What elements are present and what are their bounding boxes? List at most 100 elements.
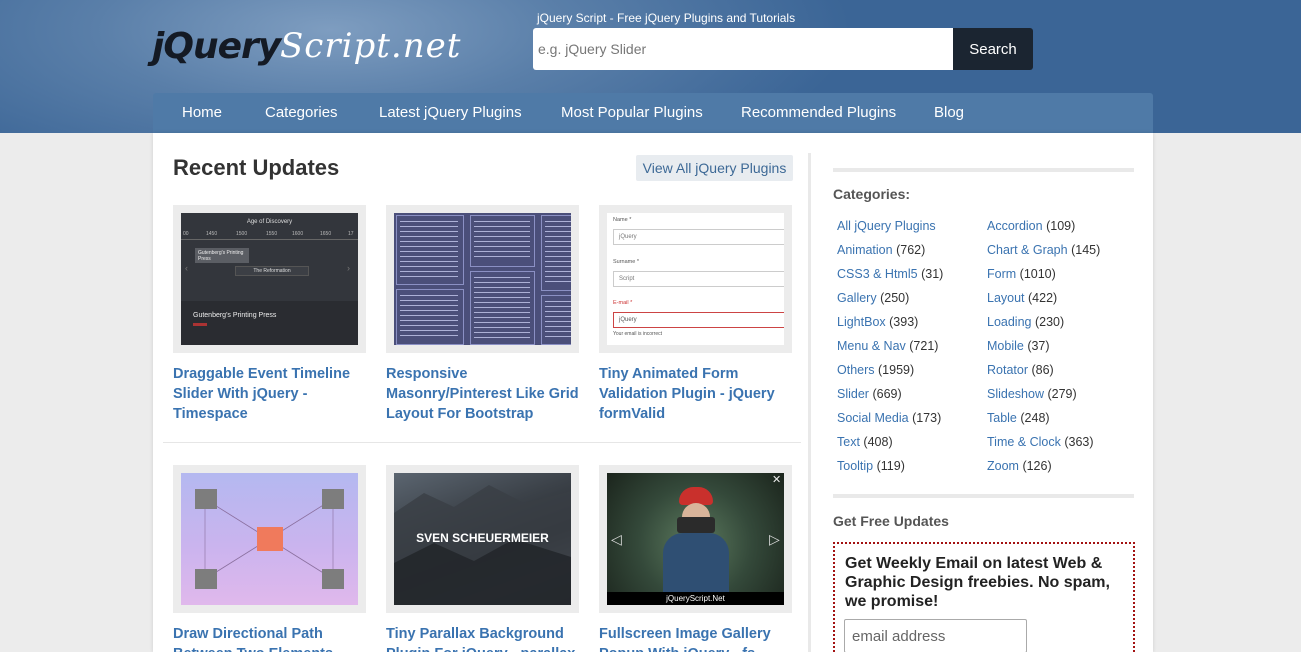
category-link[interactable]: Form (1010) <box>987 265 1056 283</box>
category-link[interactable]: LightBox (393) <box>837 313 918 331</box>
nav-recommended-plugins[interactable]: Recommended Plugins <box>741 93 896 133</box>
category-link[interactable]: Slideshow (279) <box>987 385 1077 403</box>
nav-categories[interactable]: Categories <box>265 93 338 133</box>
thumb-form-validation[interactable]: Name * jQuery Surname * Script E-mail * … <box>599 205 792 353</box>
gallery-prev-icon: ◁ <box>611 531 622 547</box>
category-link[interactable]: Time & Clock (363) <box>987 433 1094 451</box>
form-email-label: E-mail * <box>613 300 633 306</box>
main-nav: Home Categories Latest jQuery Plugins Mo… <box>153 93 1153 133</box>
view-all-plugins-button[interactable]: View All jQuery Plugins <box>636 155 793 181</box>
card-title-link[interactable]: Draw Directional Path Between Two Elemen… <box>173 624 378 652</box>
search-button[interactable]: Search <box>953 28 1033 70</box>
category-link[interactable]: Text (408) <box>837 433 893 451</box>
category-link[interactable]: Others (1959) <box>837 361 914 379</box>
photo-jacket <box>663 533 729 597</box>
category-link[interactable]: Menu & Nav (721) <box>837 337 938 355</box>
nav-blog[interactable]: Blog <box>934 93 964 133</box>
timeline-footer-title: Gutenberg's Printing Press <box>193 312 277 319</box>
category-link[interactable]: Slider (669) <box>837 385 902 403</box>
category-name: CSS3 & Html5 <box>837 267 918 281</box>
category-link[interactable]: CSS3 & Html5 (31) <box>837 265 943 283</box>
category-link[interactable]: Rotator (86) <box>987 361 1054 379</box>
category-link[interactable]: Accordion (109) <box>987 217 1075 235</box>
category-name: Form <box>987 267 1017 281</box>
card-title-link[interactable]: Responsive Masonry/Pinterest Like Grid L… <box>386 364 591 424</box>
category-name: Social Media <box>837 411 909 425</box>
sidebar-divider <box>833 494 1134 498</box>
category-count: (1010) <box>1019 267 1056 281</box>
timeline-prev-icon: ‹ <box>185 263 188 273</box>
gallery-screenshot: ◁ ▷ ✕ jQueryScript.Net <box>607 473 784 605</box>
thumb-timeline[interactable]: Age of Discovery 00 1450 1500 1550 1600 … <box>173 205 366 353</box>
card-title-link[interactable]: Draggable Event Timeline Slider With jQu… <box>173 364 378 424</box>
form-screenshot: Name * jQuery Surname * Script E-mail * … <box>607 213 784 345</box>
timeline-screenshot: Age of Discovery 00 1450 1500 1550 1600 … <box>181 213 358 345</box>
category-link[interactable]: All jQuery Plugins <box>837 217 936 235</box>
category-name: Others <box>837 363 875 377</box>
logo-script-text: Script.net <box>280 26 462 66</box>
category-name: Text <box>837 435 860 449</box>
parallax-screenshot: SVEN SCHEUERMEIER <box>394 473 571 605</box>
column-divider <box>808 153 811 652</box>
category-name: Animation <box>837 243 893 257</box>
category-count: (250) <box>880 291 910 305</box>
category-count: (721) <box>909 339 939 353</box>
category-count: (762) <box>896 243 926 257</box>
category-link[interactable]: Gallery (250) <box>837 289 909 307</box>
category-name: Mobile <box>987 339 1024 353</box>
thumb-parallax[interactable]: SVEN SCHEUERMEIER <box>386 465 579 613</box>
timeline-years: 00 1450 1500 1550 1600 1650 17 <box>183 231 354 237</box>
gallery-next-icon: ▷ <box>769 531 780 547</box>
category-name: Slideshow <box>987 387 1044 401</box>
category-name: Time & Clock <box>987 435 1061 449</box>
newsletter-text: Get Weekly Email on latest Web & Graphic… <box>845 555 1110 610</box>
category-name: Chart & Graph <box>987 243 1068 257</box>
category-link[interactable]: Chart & Graph (145) <box>987 241 1100 259</box>
card-title-link[interactable]: Tiny Parallax Background Plugin For jQue… <box>386 624 591 652</box>
recent-updates-heading: Recent Updates <box>173 155 340 180</box>
path-screenshot <box>181 473 358 605</box>
category-name: Menu & Nav <box>837 339 906 353</box>
category-name: LightBox <box>837 315 886 329</box>
category-name: Layout <box>987 291 1025 305</box>
category-count: (109) <box>1046 219 1076 233</box>
form-name-label: Name * <box>613 217 632 223</box>
category-link[interactable]: Tooltip (119) <box>837 457 905 475</box>
category-link[interactable]: Animation (762) <box>837 241 925 259</box>
category-link[interactable]: Loading (230) <box>987 313 1064 331</box>
category-count: (669) <box>872 387 902 401</box>
thumb-directional-path[interactable] <box>173 465 366 613</box>
sidebar-divider <box>833 168 1134 172</box>
content-panel: Recent Updates View All jQuery Plugins A… <box>153 133 1153 652</box>
newsletter-box: Get Weekly Email on latest Web & Graphic… <box>833 542 1135 652</box>
category-link[interactable]: Table (248) <box>987 409 1050 427</box>
category-count: (126) <box>1022 459 1052 473</box>
masonry-screenshot <box>394 213 571 345</box>
category-name: Loading <box>987 315 1032 329</box>
category-count: (173) <box>912 411 942 425</box>
email-input[interactable] <box>844 619 1027 652</box>
category-name: All jQuery Plugins <box>837 219 936 233</box>
category-count: (393) <box>889 315 919 329</box>
card-title-link[interactable]: Fullscreen Image Gallery Popup With jQue… <box>599 624 804 652</box>
category-count: (145) <box>1071 243 1101 257</box>
site-logo[interactable]: jQuery Script.net <box>152 22 492 72</box>
nav-popular-plugins[interactable]: Most Popular Plugins <box>561 93 703 133</box>
category-name: Slider <box>837 387 869 401</box>
thumb-masonry[interactable] <box>386 205 579 353</box>
category-count: (37) <box>1027 339 1050 353</box>
nav-home[interactable]: Home <box>182 93 222 133</box>
row-divider <box>163 442 801 443</box>
category-name: Table <box>987 411 1017 425</box>
thumb-gallery[interactable]: ◁ ▷ ✕ jQueryScript.Net <box>599 465 792 613</box>
card-title-link[interactable]: Tiny Animated Form Validation Plugin - j… <box>599 364 804 424</box>
form-surname-label: Surname * <box>613 259 639 265</box>
nav-latest-plugins[interactable]: Latest jQuery Plugins <box>379 93 522 133</box>
search-input[interactable] <box>533 28 953 70</box>
category-link[interactable]: Social Media (173) <box>837 409 941 427</box>
category-count: (279) <box>1047 387 1077 401</box>
category-link[interactable]: Zoom (126) <box>987 457 1052 475</box>
category-link[interactable]: Mobile (37) <box>987 337 1050 355</box>
category-link[interactable]: Layout (422) <box>987 289 1057 307</box>
category-count: (31) <box>921 267 944 281</box>
